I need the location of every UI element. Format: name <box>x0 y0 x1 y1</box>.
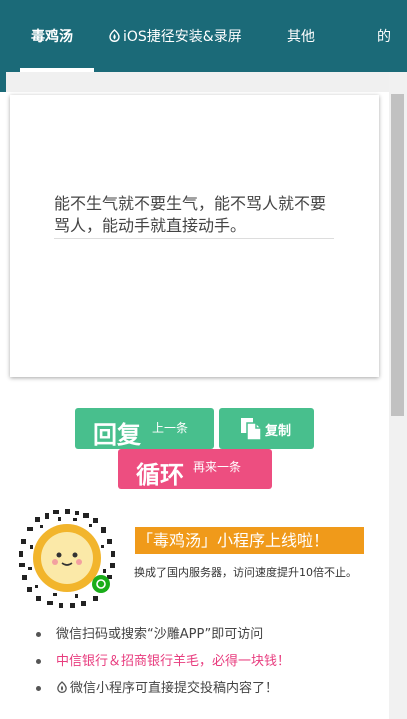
mini-program-icon <box>57 681 67 693</box>
list-item-text: 微信小程序可直接提交投稿内容了！ <box>70 681 279 696</box>
list-item: 微信小程序可直接提交投稿内容了！ <box>36 680 386 707</box>
list-item-text: 微信扫码或搜索“沙雕APP”即可访问 <box>56 627 264 642</box>
bullet-dot <box>36 659 41 664</box>
tab-chicken-soup[interactable]: 毒鸡汤 <box>31 26 73 46</box>
previous-button-small-label: 上一条 <box>152 421 189 435</box>
list-item-text-wrap: 微信小程序可直接提交投稿内容了！ <box>56 680 278 698</box>
previous-button[interactable]: 回复 上一条 <box>75 408 214 449</box>
tab-label: 其他 <box>287 29 315 45</box>
bank-promo-link[interactable]: 中信银行＆招商银行羊毛，必得一块钱！ <box>36 653 386 680</box>
copy-button[interactable]: 复制 <box>219 408 314 449</box>
promo-subtitle: 换成了国内服务器，访问速度提升10倍不止。 <box>134 566 357 579</box>
tab-ios-shortcut[interactable]: iOS捷径安装&录屏 <box>108 26 242 46</box>
quote-card: 能不生气就不要生气，能不骂人就不要骂人，能动手就直接动手。 <box>10 95 379 377</box>
copy-icon <box>241 418 262 441</box>
tab-label: iOS捷径安装&录屏 <box>123 29 242 45</box>
content-top-strip <box>0 72 389 92</box>
list-item-text: 中信银行＆招商银行羊毛，必得一块钱！ <box>56 654 291 669</box>
copy-button-label: 复制 <box>265 424 292 439</box>
top-tab-bar: 毒鸡汤 iOS捷径安装&录屏 其他 的 <box>0 0 407 72</box>
next-button[interactable]: 循环 再来一条 <box>118 449 272 489</box>
page: 毒鸡汤 iOS捷径安装&录屏 其他 的 能不生气就不要生气，能不骂人就不要骂人，… <box>0 0 407 719</box>
next-button-big-label: 循环 <box>136 461 184 489</box>
bullet-dot <box>36 632 41 637</box>
quote-text: 能不生气就不要生气，能不骂人就不要骂人，能动手就直接动手。 <box>54 194 327 235</box>
tab-other[interactable]: 其他 <box>287 26 315 46</box>
mini-program-icon <box>109 29 120 42</box>
tab-label: 毒鸡汤 <box>31 29 73 45</box>
quote-underline <box>54 238 334 239</box>
promo-title: 「毒鸡汤」小程序上线啦！ <box>135 527 364 554</box>
left-edge-accent <box>0 72 6 92</box>
qr-code-image <box>15 506 119 610</box>
bullet-dot <box>36 686 41 691</box>
tab-partial[interactable]: 的 <box>377 26 391 46</box>
list-item: 微信扫码或搜索“沙雕APP”即可访问 <box>36 626 386 653</box>
previous-button-big-label: 回复 <box>93 421 141 449</box>
next-button-small-label: 再来一条 <box>193 460 242 474</box>
tab-label: 的 <box>377 29 391 45</box>
scrollbar-thumb[interactable] <box>391 94 404 416</box>
info-list: 微信扫码或搜索“沙雕APP”即可访问 中信银行＆招商银行羊毛，必得一块钱！ 微信… <box>36 626 386 707</box>
